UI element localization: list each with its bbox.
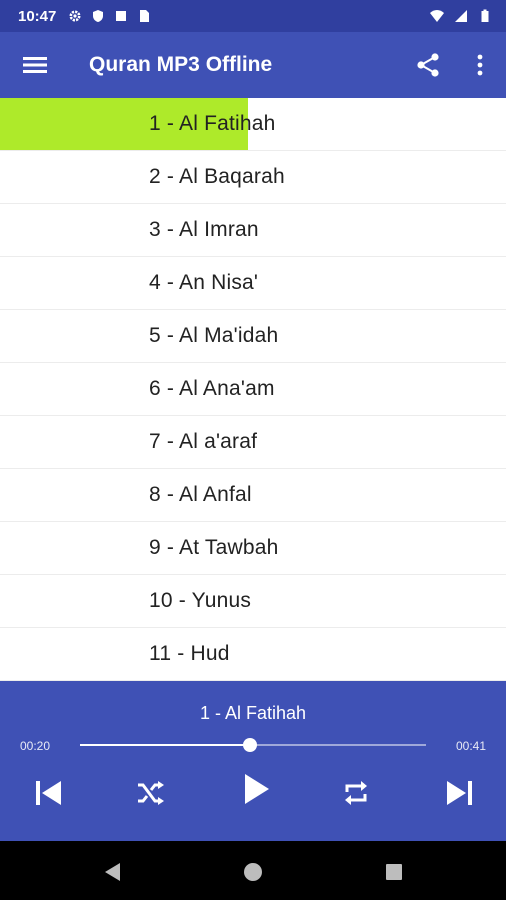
- shuffle-icon[interactable]: [136, 781, 164, 805]
- home-button[interactable]: [242, 861, 264, 883]
- surah-list-item[interactable]: 3 - Al Imran: [0, 204, 506, 257]
- system-nav-bar: [0, 841, 506, 900]
- surah-label: 9 - At Tawbah: [149, 536, 279, 559]
- surah-list-item[interactable]: 9 - At Tawbah: [0, 522, 506, 575]
- surah-list-item[interactable]: 5 - Al Ma'idah: [0, 310, 506, 363]
- skip-next-icon[interactable]: [445, 778, 475, 808]
- seek-bar-progress: [80, 744, 250, 746]
- menu-button[interactable]: [0, 32, 70, 98]
- cellular-signal-icon: [455, 10, 467, 22]
- seek-bar[interactable]: [80, 738, 426, 752]
- surah-label: 8 - Al Anfal: [149, 483, 252, 506]
- surah-list-item[interactable]: 6 - Al Ana'am: [0, 363, 506, 416]
- surah-label: 4 - An Nisa': [149, 271, 259, 294]
- home-circle-icon[interactable]: [242, 861, 264, 883]
- shield-icon: [93, 10, 104, 22]
- share-icon[interactable]: [415, 52, 441, 78]
- recents-button[interactable]: [383, 861, 405, 883]
- recents-square-icon[interactable]: [384, 862, 404, 882]
- play-icon[interactable]: [241, 772, 271, 806]
- more-vert-icon[interactable]: [476, 53, 484, 77]
- player-panel: 1 - Al Fatihah 00:20 00:41: [0, 681, 506, 841]
- skip-previous-icon[interactable]: [33, 778, 63, 808]
- surah-label: 2 - Al Baqarah: [149, 165, 285, 188]
- skip-next-button[interactable]: [440, 773, 480, 813]
- surah-list-item[interactable]: 11 - Hud: [0, 628, 506, 681]
- surah-label: 10 - Yunus: [149, 589, 252, 612]
- surah-list-item[interactable]: 10 - Yunus: [0, 575, 506, 628]
- repeat-button[interactable]: [336, 773, 376, 813]
- back-triangle-icon[interactable]: [102, 861, 122, 883]
- player-controls: [0, 773, 506, 813]
- surah-label: 6 - Al Ana'am: [149, 377, 275, 400]
- app-title: Quran MP3 Offline: [89, 53, 273, 76]
- surah-list-item[interactable]: 7 - Al a'araf: [0, 416, 506, 469]
- surah-label: 3 - Al Imran: [149, 218, 259, 241]
- surah-label: 1 - Al Fatihah: [149, 112, 276, 135]
- skip-previous-button[interactable]: [28, 773, 68, 813]
- overflow-menu-button[interactable]: [454, 32, 506, 98]
- repeat-icon[interactable]: [342, 779, 370, 807]
- seek-bar-thumb[interactable]: [242, 738, 257, 752]
- status-time: 10:47: [18, 7, 57, 25]
- gear-icon: [69, 10, 81, 22]
- surah-list-item[interactable]: 8 - Al Anfal: [0, 469, 506, 522]
- surah-list-item[interactable]: 4 - An Nisa': [0, 257, 506, 310]
- shuffle-button[interactable]: [130, 773, 170, 813]
- surah-list[interactable]: 1 - Al Fatihah 2 - Al Baqarah 3 - Al Imran…: [0, 98, 506, 681]
- surah-label: 7 - Al a'araf: [149, 430, 258, 453]
- hamburger-menu-icon[interactable]: [23, 55, 47, 75]
- surah-label: 11 - Hud: [149, 642, 230, 665]
- surah-label: 5 - Al Ma'idah: [149, 324, 279, 347]
- share-button[interactable]: [402, 32, 454, 98]
- back-button[interactable]: [101, 861, 123, 883]
- total-time: 00:41: [455, 739, 486, 753]
- sim-card-icon: [140, 10, 150, 22]
- status-icons-right: [430, 9, 492, 23]
- battery-icon: [481, 9, 489, 22]
- square-icon: [116, 11, 127, 21]
- status-icons-left: [68, 9, 151, 23]
- app-bar: Quran MP3 Offline: [0, 32, 506, 98]
- current-time: 00:20: [20, 739, 51, 753]
- app-actions: [402, 32, 506, 98]
- play-button[interactable]: [236, 769, 276, 809]
- surah-list-item[interactable]: 1 - Al Fatihah: [0, 98, 506, 151]
- status-bar: 10:47: [0, 0, 506, 32]
- now-playing-title: 1 - Al Fatihah: [199, 703, 307, 723]
- surah-list-item[interactable]: 2 - Al Baqarah: [0, 151, 506, 204]
- wifi-icon: [430, 10, 444, 22]
